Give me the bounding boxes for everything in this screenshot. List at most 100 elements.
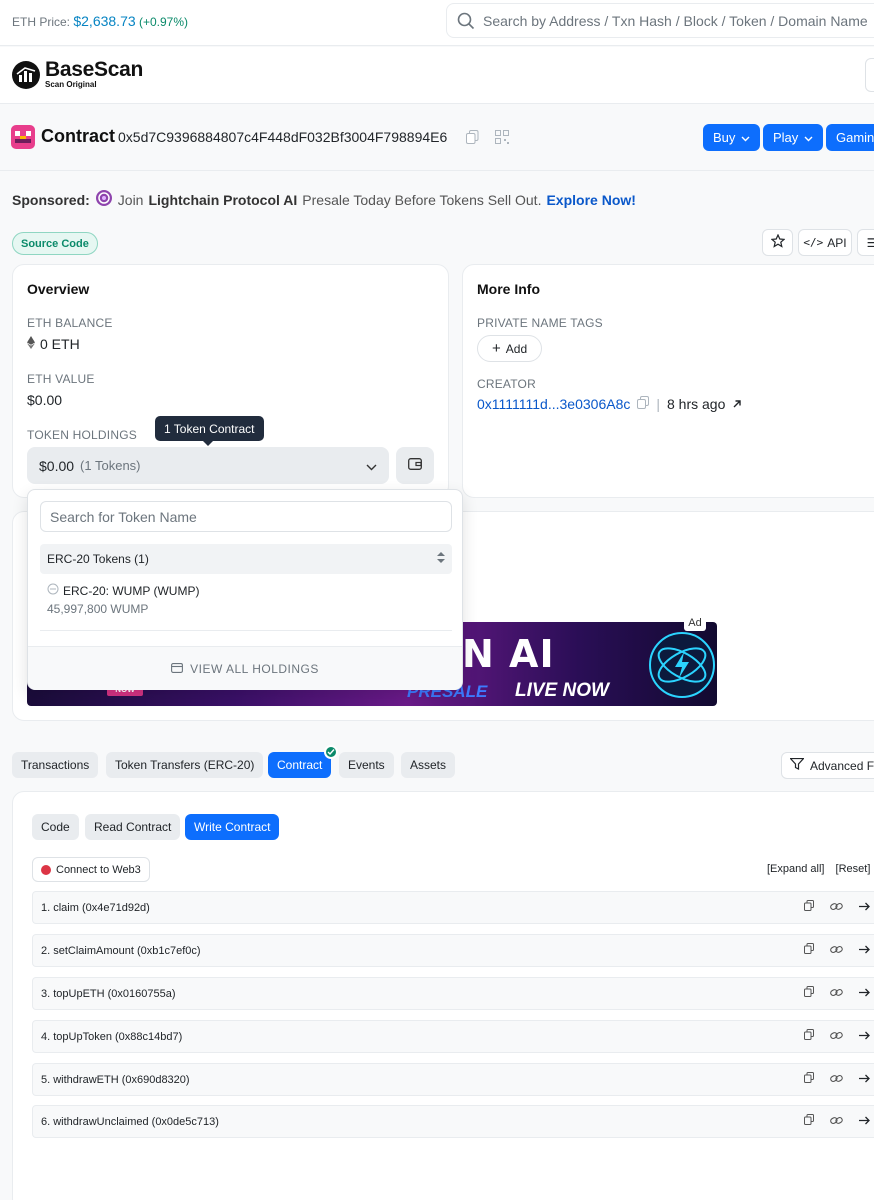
subtab-code[interactable]: Code xyxy=(32,814,79,840)
function-row[interactable]: 1. claim (0x4e71d92d) xyxy=(32,891,874,924)
copy-icon[interactable] xyxy=(466,130,479,147)
contract-address: 0x5d7C9396884807c4F448dF032Bf3004F798894… xyxy=(118,129,448,145)
function-row[interactable]: 6. withdrawUnclaimed (0x0de5c713) xyxy=(32,1105,874,1138)
function-row[interactable]: 5. withdrawETH (0x690d8320) xyxy=(32,1063,874,1096)
explore-now-link[interactable]: Explore Now! xyxy=(546,192,635,208)
token-search-input[interactable] xyxy=(40,501,452,532)
eth-price-label: ETH Price: xyxy=(12,15,71,29)
sponsored-banner: Sponsored: Join Lightchain Protocol AI P… xyxy=(12,189,636,210)
copy-icon[interactable] xyxy=(804,1072,814,1086)
wallet-icon xyxy=(171,662,184,676)
function-row[interactable]: 4. topUpToken (0x88c14bd7) xyxy=(32,1020,874,1053)
tab-token-transfers[interactable]: Token Transfers (ERC-20) xyxy=(106,752,264,778)
function-actions xyxy=(804,1072,871,1086)
add-tag-button[interactable]: + Add xyxy=(477,335,543,362)
function-name: 1. claim (0x4e71d92d) xyxy=(41,901,150,914)
copy-icon[interactable] xyxy=(804,900,814,914)
api-button[interactable]: </> API xyxy=(798,229,852,256)
advanced-filter-button[interactable]: Advanced Filter xyxy=(781,752,874,779)
arrow-right-icon[interactable] xyxy=(859,943,871,957)
sponsored-text: Presale Today Before Tokens Sell Out. xyxy=(302,191,542,208)
link-icon[interactable] xyxy=(830,900,843,914)
wallet-button[interactable] xyxy=(396,447,434,484)
star-icon xyxy=(770,233,785,251)
chevron-down-icon xyxy=(804,130,813,145)
qr-code-icon[interactable] xyxy=(495,130,509,147)
function-name: 2. setClaimAmount (0xb1c7ef0c) xyxy=(41,944,201,957)
basescan-logo-icon[interactable] xyxy=(11,60,41,93)
holdings-count: (1 Tokens) xyxy=(80,458,141,473)
separator: | xyxy=(656,396,660,412)
subtab-read-contract[interactable]: Read Contract xyxy=(85,814,181,840)
arrow-right-icon[interactable] xyxy=(859,1072,871,1086)
menu-button[interactable] xyxy=(865,58,874,92)
erc20-group-header[interactable]: ERC-20 Tokens (1) xyxy=(40,544,452,574)
sort-icon xyxy=(437,552,445,566)
connect-web3-button[interactable]: Connect to Web3 xyxy=(32,857,150,882)
arrow-right-icon[interactable] xyxy=(859,1114,871,1128)
buy-button[interactable]: Buy xyxy=(703,124,761,151)
tab-contract[interactable]: Contract xyxy=(268,752,332,778)
lightchain-logo-icon xyxy=(95,189,113,210)
token-placeholder-icon xyxy=(47,583,59,598)
token-holdings-label: TOKEN HOLDINGS xyxy=(27,428,137,442)
code-icon: </> xyxy=(803,236,824,249)
copy-icon[interactable] xyxy=(804,986,814,1000)
function-row[interactable]: 3. topUpETH (0x0160755a) xyxy=(32,977,874,1010)
arrow-right-icon[interactable] xyxy=(859,1029,871,1043)
copy-icon[interactable] xyxy=(637,396,650,412)
eth-balance: 0 ETH xyxy=(27,336,80,352)
wallet-icon xyxy=(408,458,422,473)
link-icon[interactable] xyxy=(830,986,843,1000)
function-name: 4. topUpToken (0x88c14bd7) xyxy=(41,1030,183,1043)
advanced-filter-label: Advanced Filter xyxy=(810,758,874,773)
plus-icon: + xyxy=(492,340,501,357)
sponsored-join: Join xyxy=(117,191,144,208)
brand-name[interactable]: BaseScan xyxy=(45,58,143,82)
buy-button-label: Buy xyxy=(713,130,736,145)
more-options-button[interactable]: ☰ xyxy=(857,229,874,256)
reset-link[interactable]: [Reset] xyxy=(836,863,871,875)
search-input[interactable] xyxy=(483,4,874,37)
function-name: 3. topUpETH (0x0160755a) xyxy=(41,987,176,1000)
brand-tagline: Scan Original xyxy=(45,80,97,89)
favorite-button[interactable] xyxy=(762,229,793,256)
function-actions xyxy=(804,1114,871,1128)
gaming-button[interactable]: Gaming xyxy=(826,124,874,151)
source-code-badge[interactable]: Source Code xyxy=(12,232,98,255)
sponsored-label: Sponsored: xyxy=(12,191,90,208)
copy-icon[interactable] xyxy=(804,943,814,957)
token-holdings-dropdown[interactable]: $0.00 (1 Tokens) xyxy=(27,447,389,484)
link-icon[interactable] xyxy=(830,1114,843,1128)
overview-title: Overview xyxy=(27,281,90,297)
function-actions xyxy=(804,900,871,914)
copy-icon[interactable] xyxy=(804,1114,814,1128)
link-icon[interactable] xyxy=(830,943,843,957)
ad-sub-right: LIVE NOW xyxy=(515,680,609,701)
subtab-write-contract[interactable]: Write Contract xyxy=(185,814,280,840)
link-icon[interactable] xyxy=(830,1029,843,1043)
arrow-up-right-icon[interactable] xyxy=(732,396,742,412)
arrow-right-icon[interactable] xyxy=(859,986,871,1000)
creator-address-link[interactable]: 0x1111111d...3e0306A8c xyxy=(477,396,630,412)
holdings-value: $0.00 xyxy=(39,457,75,474)
view-all-holdings-button[interactable]: VIEW ALL HOLDINGS xyxy=(28,646,462,690)
tab-events[interactable]: Events xyxy=(339,752,394,778)
play-button-label: Play xyxy=(773,130,799,145)
arrow-right-icon[interactable] xyxy=(859,900,871,914)
function-actions xyxy=(804,943,871,957)
disconnected-status-icon xyxy=(41,864,51,875)
search-bar xyxy=(446,3,874,38)
erc20-group-label: ERC-20 Tokens (1) xyxy=(47,552,149,566)
eth-price-value[interactable]: $2,638.73 xyxy=(73,13,135,29)
copy-icon[interactable] xyxy=(804,1029,814,1043)
eth-price: ETH Price: $2,638.73 (+0.97%) xyxy=(12,13,188,29)
function-row[interactable]: 2. setClaimAmount (0xb1c7ef0c) xyxy=(32,934,874,967)
link-icon[interactable] xyxy=(830,1072,843,1086)
play-button[interactable]: Play xyxy=(763,124,824,151)
tab-assets[interactable]: Assets xyxy=(401,752,456,778)
expand-all-link[interactable]: [Expand all] xyxy=(767,863,824,875)
token-item[interactable]: ERC-20: WUMP (WUMP) xyxy=(47,583,199,598)
search-icon xyxy=(457,12,475,33)
tab-transactions[interactable]: Transactions xyxy=(12,752,99,778)
